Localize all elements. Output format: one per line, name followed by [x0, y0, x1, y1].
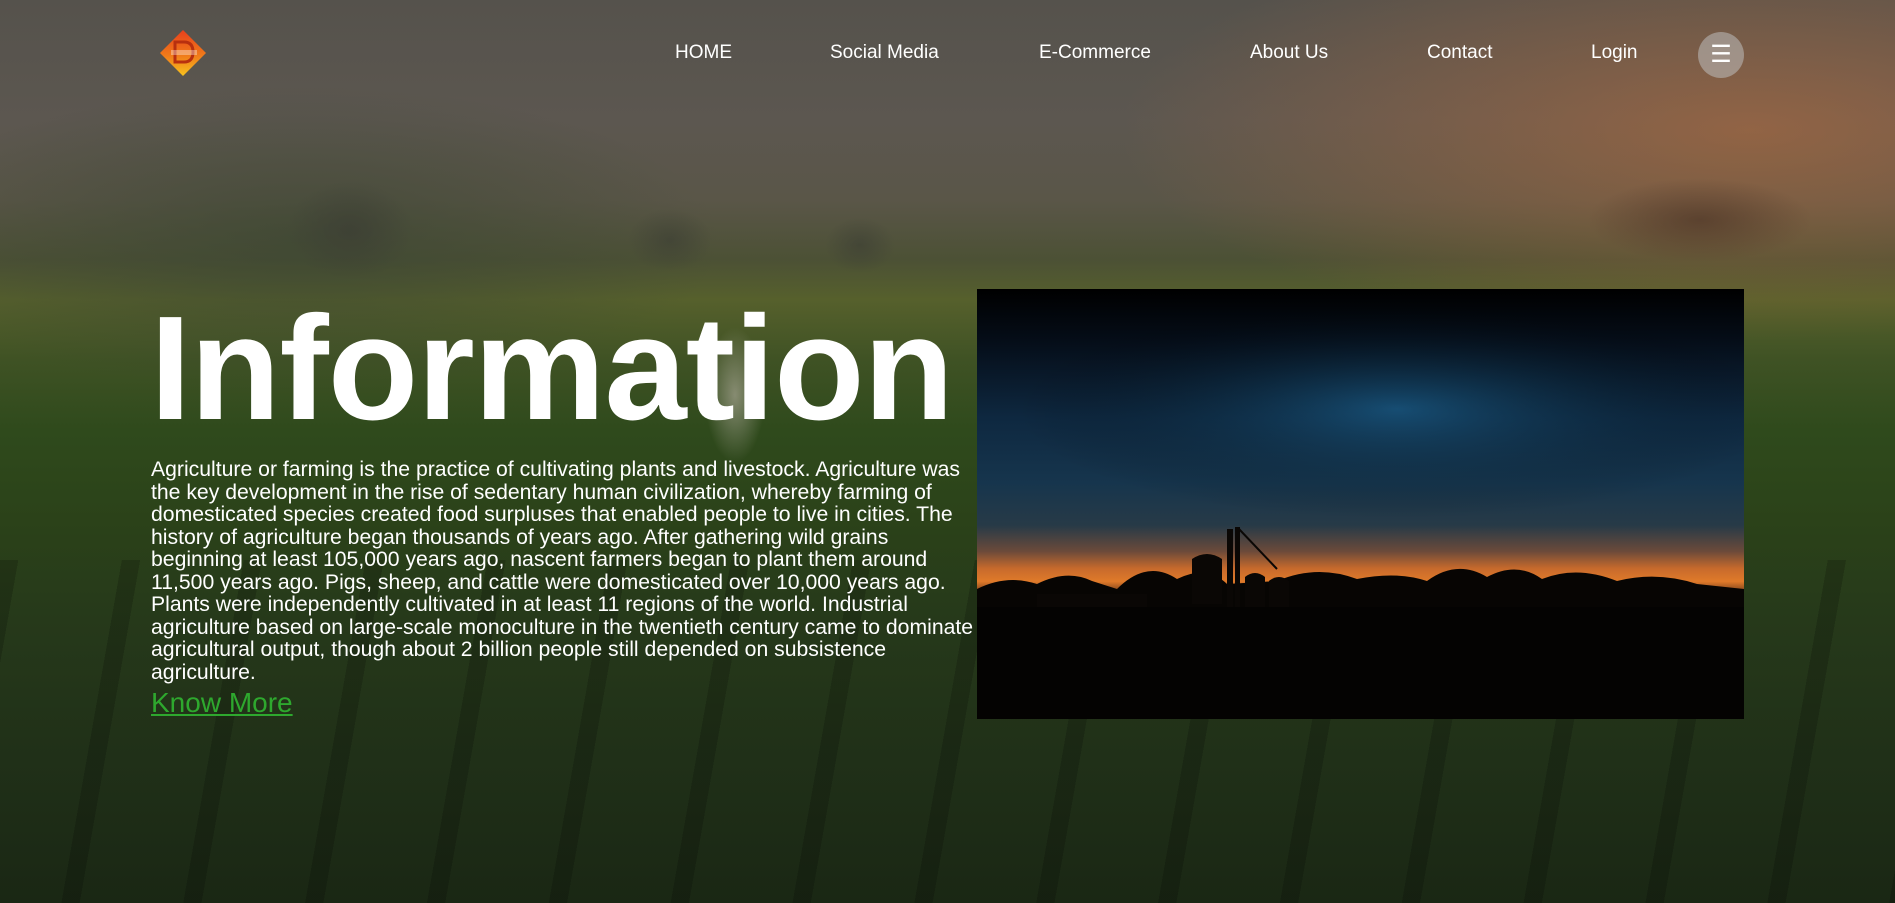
nav-e-commerce[interactable]: E-Commerce [1039, 42, 1151, 64]
background-trees [0, 170, 1895, 280]
know-more-link[interactable]: Know More [151, 687, 293, 719]
page: HOME Social Media E-Commerce About Us Co… [0, 0, 1895, 903]
nav-home[interactable]: HOME [675, 42, 732, 64]
hamburger-menu-icon: ☰ [1710, 41, 1732, 68]
description-text: Agriculture or farming is the practice o… [151, 458, 974, 684]
nav-contact[interactable]: Contact [1427, 42, 1492, 64]
main-navigation: HOME Social Media E-Commerce About Us Co… [0, 42, 1895, 66]
sunset-silo-photo [977, 289, 1744, 719]
page-title: Information [150, 286, 954, 451]
nav-social-media[interactable]: Social Media [830, 42, 939, 64]
nav-login[interactable]: Login [1591, 42, 1638, 64]
nav-about-us[interactable]: About Us [1250, 42, 1328, 64]
hamburger-menu-button[interactable]: ☰ [1698, 32, 1744, 78]
sunset-silo-illustration [977, 289, 1744, 719]
